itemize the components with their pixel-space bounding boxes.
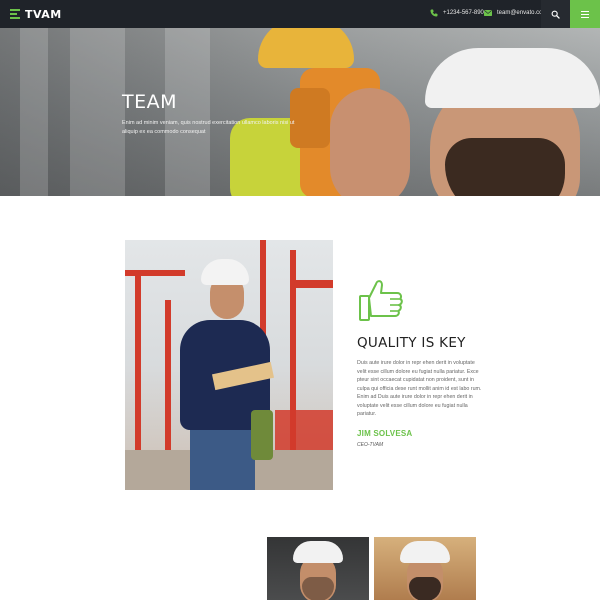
section-heading: QUALITY IS KEY xyxy=(357,335,466,351)
author-role: CEO-TVAM xyxy=(357,442,384,448)
hero-banner: TEAM Enim ad minim veniam, quis nostrud … xyxy=(0,28,600,196)
site-logo[interactable]: TVAM xyxy=(10,7,62,21)
hamburger-icon xyxy=(581,10,589,18)
worker-photo xyxy=(125,240,333,490)
search-icon xyxy=(551,10,560,19)
logo-text: TVAM xyxy=(25,7,62,21)
phone-contact[interactable]: +1234-567-890 xyxy=(430,9,484,17)
section-body-text: Duis aute irure dolor in repr ehen derit… xyxy=(357,360,482,417)
thumbs-up-icon xyxy=(359,280,403,321)
phone-icon xyxy=(430,9,438,17)
search-button[interactable] xyxy=(541,0,570,28)
hero-subtitle: Enim ad minim veniam, quis nostrud exerc… xyxy=(122,120,295,135)
team-member-photo[interactable] xyxy=(267,537,369,600)
menu-lines-icon xyxy=(10,9,20,19)
menu-button[interactable] xyxy=(570,0,600,28)
author-name: JIM SOLVESA xyxy=(357,429,413,438)
hero-background-image xyxy=(0,28,600,196)
phone-number: +1234-567-890 xyxy=(443,10,484,16)
email-contact[interactable]: team@envato.com xyxy=(484,9,547,17)
team-member-photo[interactable] xyxy=(374,537,476,600)
page-title: TEAM xyxy=(122,91,178,113)
top-navigation-bar: TVAM +1234-567-890 team@envato.com xyxy=(0,0,600,28)
envelope-icon xyxy=(484,10,492,16)
email-address: team@envato.com xyxy=(497,10,548,16)
